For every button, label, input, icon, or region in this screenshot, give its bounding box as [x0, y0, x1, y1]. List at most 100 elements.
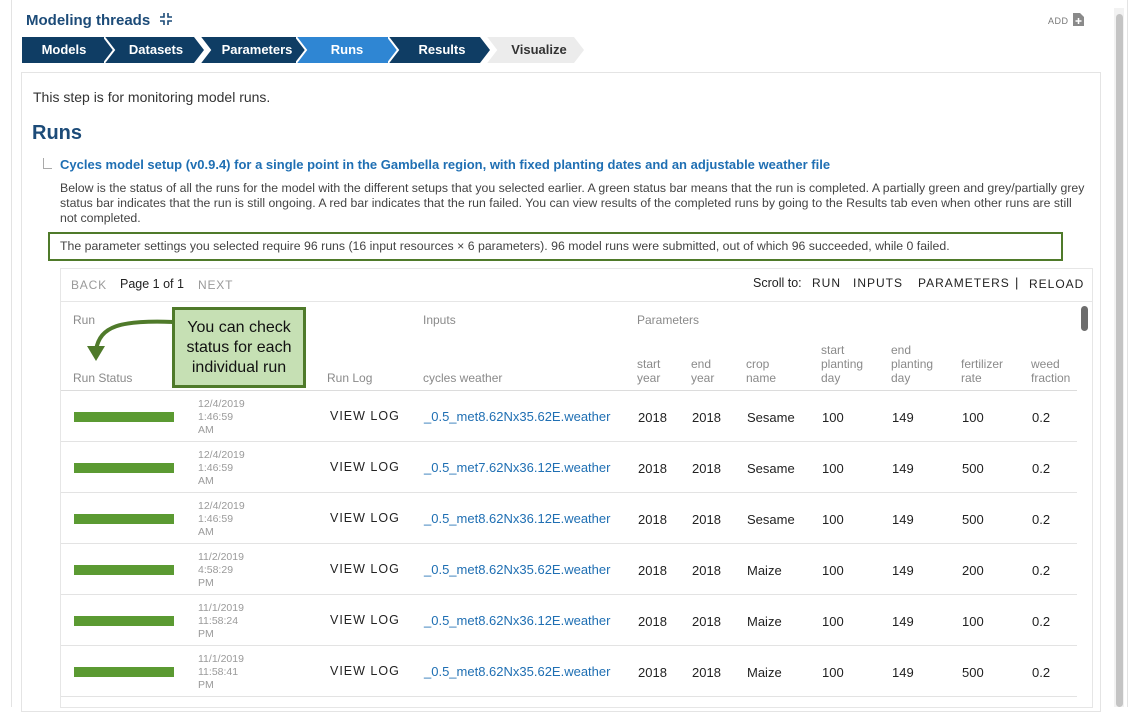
view-log-button[interactable]: VIEW LOG	[330, 664, 400, 678]
tree-connector	[43, 158, 52, 169]
header-end-planting-day: end planting day	[891, 343, 934, 385]
run-status-bar	[74, 412, 174, 422]
step-label: Visualize	[511, 42, 567, 57]
run-timestamp: 12/4/2019 1:46:59 AM	[198, 398, 245, 436]
run-status-bar	[74, 463, 174, 473]
run-timestamp: 12/4/2019 1:46:59 AM	[198, 500, 245, 538]
step-models[interactable]: Models	[22, 37, 116, 63]
run-timestamp: 11/1/2019 11:58:24 PM	[198, 602, 244, 640]
cell-weed-fraction: 0.2	[1032, 512, 1051, 527]
cell-end-year: 2018	[692, 461, 721, 476]
page-scrollbar-thumb[interactable]	[1116, 14, 1123, 707]
step-runs[interactable]: Runs	[296, 37, 398, 63]
header-run-status: Run Status	[73, 371, 133, 385]
scroll-to-run-button[interactable]: RUN	[812, 276, 841, 290]
cell-end-year: 2018	[692, 563, 721, 578]
cell-end-year: 2018	[692, 410, 721, 425]
cell-crop-name: Sesame	[747, 461, 795, 476]
cell-fertilizer-rate: 500	[962, 665, 984, 680]
collapse-icon[interactable]	[159, 12, 173, 26]
run-status-bar	[74, 514, 174, 524]
weather-file-link[interactable]: _0.5_met8.62Nx36.12E.weather	[424, 511, 610, 526]
step-parameters[interactable]: Parameters	[200, 37, 308, 63]
cell-start-planting-day: 100	[822, 410, 844, 425]
cell-start-year: 2018	[638, 512, 667, 527]
table-row: 11/2/2019 4:58:29 PM VIEW LOG _0.5_met8.62…	[61, 544, 1077, 595]
table-row: 11/1/2019 11:58:41 PM VIEW LOG _0.5_met8.6…	[61, 646, 1077, 697]
step-label: Runs	[330, 42, 364, 57]
cell-end-planting-day: 149	[892, 512, 914, 527]
cell-start-year: 2018	[638, 410, 667, 425]
table-row: 12/4/2019 1:46:59 AM VIEW LOG _0.5_met8.62…	[61, 391, 1077, 442]
run-timestamp: 11/2/2019 4:58:29 PM	[198, 551, 244, 589]
step-label: Models	[41, 42, 87, 57]
header-cycles-weather: cycles weather	[423, 371, 503, 385]
view-log-button[interactable]: VIEW LOG	[330, 511, 400, 525]
cell-start-year: 2018	[638, 665, 667, 680]
cell-crop-name: Maize	[747, 563, 782, 578]
cell-weed-fraction: 0.2	[1032, 563, 1051, 578]
view-log-button[interactable]: VIEW LOG	[330, 460, 400, 474]
cell-crop-name: Maize	[747, 665, 782, 680]
step-label: Datasets	[128, 42, 184, 57]
reload-button[interactable]: RELOAD	[1029, 277, 1084, 291]
section-title: Runs	[32, 122, 82, 144]
weather-file-link[interactable]: _0.5_met8.62Nx35.62E.weather	[424, 562, 610, 577]
step-label: Results	[418, 42, 466, 57]
weather-file-link[interactable]: _0.5_met8.62Nx35.62E.weather	[424, 409, 610, 424]
step-datasets[interactable]: Datasets	[104, 37, 204, 63]
scroll-to-inputs-button[interactable]: INPUTS	[853, 276, 903, 290]
header-end-year: end year	[691, 357, 715, 385]
cell-fertilizer-rate: 200	[962, 563, 984, 578]
view-log-button[interactable]: VIEW LOG	[330, 409, 400, 423]
header-start-year: start year	[637, 357, 661, 385]
cell-end-planting-day: 149	[892, 665, 914, 680]
toolbar-separator: |	[1015, 275, 1019, 290]
cell-fertilizer-rate: 100	[962, 614, 984, 629]
view-log-button[interactable]: VIEW LOG	[330, 613, 400, 627]
cell-fertilizer-rate: 500	[962, 461, 984, 476]
header-fertilizer-rate: fertilizer rate	[961, 357, 1004, 385]
weather-file-link[interactable]: _0.5_met8.62Nx36.12E.weather	[424, 613, 610, 628]
step-label: Parameters	[221, 42, 293, 57]
setup-title-link[interactable]: Cycles model setup (v0.9.4) for a single…	[60, 157, 830, 172]
weather-file-link[interactable]: _0.5_met7.62Nx36.12E.weather	[424, 460, 610, 475]
back-button[interactable]: BACK	[71, 278, 107, 292]
cell-end-planting-day: 149	[892, 461, 914, 476]
page-title: Modeling threads	[26, 12, 151, 29]
table-row: 12/4/2019 1:46:59 AM VIEW LOG _0.5_met7.62…	[61, 442, 1077, 493]
cell-fertilizer-rate: 100	[962, 410, 984, 425]
cell-start-year: 2018	[638, 563, 667, 578]
scroll-to-parameters-button[interactable]: PARAMETERS	[918, 276, 1010, 290]
cell-end-year: 2018	[692, 512, 721, 527]
cell-weed-fraction: 0.2	[1032, 461, 1051, 476]
header-group-parameters: Parameters	[637, 313, 700, 327]
cell-start-planting-day: 100	[822, 512, 844, 527]
add-button[interactable]: ADD	[1048, 13, 1084, 28]
cell-end-planting-day: 149	[892, 563, 914, 578]
step-results[interactable]: Results	[388, 37, 490, 63]
table-scrollbar-track[interactable]	[1080, 305, 1088, 705]
add-file-icon	[1072, 13, 1084, 28]
run-timestamp: 12/4/2019 1:46:59 AM	[198, 449, 245, 487]
next-button[interactable]: NEXT	[198, 278, 233, 292]
page-indicator: Page 1 of 1	[120, 277, 184, 291]
view-log-button[interactable]: VIEW LOG	[330, 562, 400, 576]
header-weed-fraction: weed fraction	[1031, 357, 1071, 385]
intro-text: This step is for monitoring model runs.	[33, 89, 271, 105]
cell-crop-name: Sesame	[747, 512, 795, 527]
cell-end-planting-day: 149	[892, 614, 914, 629]
table-scrollbar-thumb[interactable]	[1081, 306, 1088, 331]
cell-weed-fraction: 0.2	[1032, 614, 1051, 629]
table-row: 12/4/2019 1:46:59 AM VIEW LOG _0.5_met8.62…	[61, 493, 1077, 544]
step-visualize[interactable]: Visualize	[486, 37, 584, 63]
cell-end-planting-day: 149	[892, 410, 914, 425]
weather-file-link[interactable]: _0.5_met8.62Nx35.62E.weather	[424, 664, 610, 679]
scroll-to-label: Scroll to:	[753, 276, 802, 290]
callout-arrow-icon	[87, 319, 174, 361]
add-label: ADD	[1048, 15, 1069, 26]
run-status-bar	[74, 667, 174, 677]
header-group-inputs: Inputs	[423, 313, 456, 327]
cell-weed-fraction: 0.2	[1032, 410, 1051, 425]
cell-crop-name: Sesame	[747, 410, 795, 425]
